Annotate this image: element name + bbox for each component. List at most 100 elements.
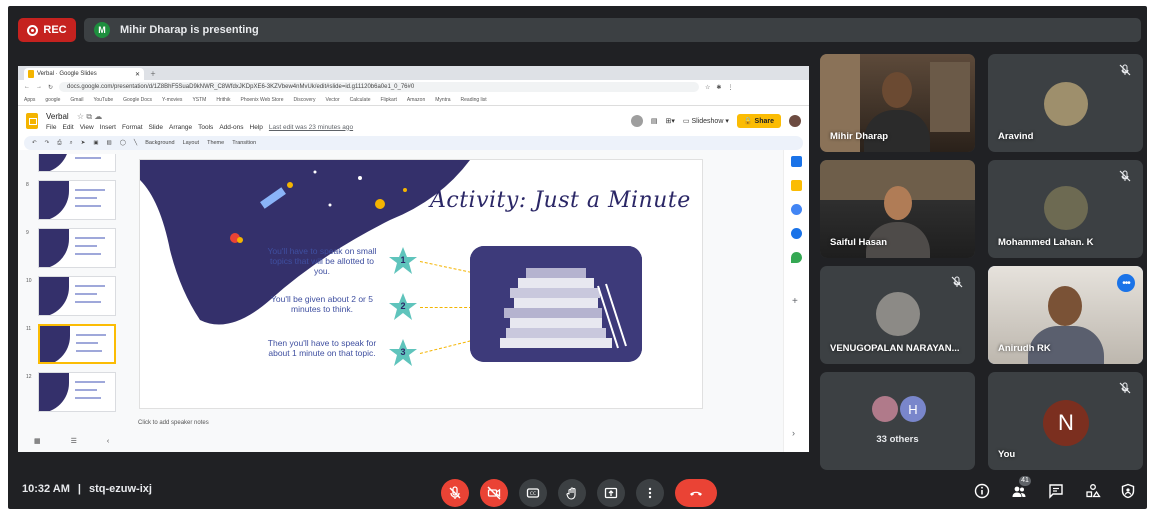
more-options-button[interactable] xyxy=(636,479,664,507)
menu-item-tools[interactable]: Tools xyxy=(198,124,213,131)
slide-thumbnail[interactable] xyxy=(38,372,116,412)
image-icon[interactable]: ▨ xyxy=(107,140,112,146)
bookmark-item[interactable]: Flipkart xyxy=(381,97,397,103)
menu-item-arrange[interactable]: Arrange xyxy=(169,124,192,131)
toolbar-theme[interactable]: Theme xyxy=(207,140,224,146)
participant-tile[interactable]: Saiful Hasan xyxy=(820,160,975,258)
back-icon[interactable]: ← xyxy=(24,84,30,90)
participant-tile[interactable]: Mohammed Lahan. K xyxy=(988,160,1143,258)
bookmark-item[interactable]: Vector xyxy=(325,97,339,103)
list-view-icon[interactable]: ☰ xyxy=(71,437,77,445)
comments-icon[interactable]: ▤ xyxy=(651,117,658,125)
slide-thumbnail[interactable] xyxy=(38,228,116,268)
last-edit-link[interactable]: Last edit was 23 minutes ago xyxy=(269,124,353,131)
raise-hand-button[interactable] xyxy=(558,479,586,507)
meeting-info-button[interactable] xyxy=(974,483,990,499)
document-title[interactable]: Verbal ☆ ⧉ ☁ xyxy=(46,112,353,122)
bookmark-item[interactable]: Gmail xyxy=(70,97,83,103)
participant-tile-selected[interactable]: ••• Anirudh RK xyxy=(988,266,1143,364)
bookmark-item[interactable]: YouTube xyxy=(93,97,113,103)
textbox-icon[interactable]: ▣ xyxy=(93,140,98,146)
bookmark-item[interactable]: Google Docs xyxy=(123,97,152,103)
end-call-button[interactable] xyxy=(675,479,717,507)
slide-thumbnail[interactable] xyxy=(38,154,116,172)
select-icon[interactable]: ➤ xyxy=(81,140,86,146)
recording-badge[interactable]: REC xyxy=(18,18,76,42)
toolbar-background[interactable]: Background xyxy=(145,140,174,146)
new-tab-icon[interactable]: ＋ xyxy=(150,69,156,78)
menu-item-insert[interactable]: Insert xyxy=(100,124,116,131)
participant-tile-self[interactable]: N You xyxy=(988,372,1143,470)
print-icon[interactable]: ⎙ xyxy=(57,140,61,147)
zoom-icon[interactable]: ⌕ xyxy=(70,140,73,147)
slideshow-button[interactable]: ▭ Slideshow ▾ xyxy=(683,117,729,125)
bookmark-star-icon[interactable]: ☆ xyxy=(705,84,710,91)
participant-tile[interactable]: Aravind xyxy=(988,54,1143,152)
bookmark-item[interactable]: Reading list xyxy=(461,97,487,103)
reload-icon[interactable]: ↻ xyxy=(48,84,53,91)
current-slide[interactable]: Activity: Just a Minute You'll have to s… xyxy=(140,160,702,408)
participant-tile[interactable]: Mihir Dharap xyxy=(820,54,975,152)
grid-view-icon[interactable]: ▦ xyxy=(34,437,41,445)
present-icon[interactable]: ⊞▾ xyxy=(666,117,675,125)
shared-screen[interactable]: Verbal · Google Slides ✕ ＋ ← → ↻ docs.go… xyxy=(18,66,809,452)
calendar-icon[interactable] xyxy=(791,156,802,167)
url-field[interactable]: docs.google.com/presentation/d/1Z8BhF5Su… xyxy=(59,82,700,92)
people-button[interactable]: 41 xyxy=(1011,476,1031,499)
line-icon[interactable]: ╲ xyxy=(134,140,137,146)
slide-thumbnail[interactable] xyxy=(38,180,116,220)
add-on-icon[interactable]: + xyxy=(792,296,798,307)
share-button[interactable]: 🔒 Share xyxy=(736,114,781,128)
extensions-icon[interactable]: ✱ xyxy=(716,84,721,91)
redo-icon[interactable]: ↷ xyxy=(45,140,50,146)
bookmark-item[interactable]: Myntra xyxy=(435,97,450,103)
browser-tab[interactable]: Verbal · Google Slides ✕ xyxy=(24,68,144,80)
camera-toggle-button[interactable] xyxy=(480,479,508,507)
mic-toggle-button[interactable] xyxy=(441,479,469,507)
chat-button[interactable] xyxy=(1048,483,1064,499)
toolbar-transition[interactable]: Transition xyxy=(232,140,256,146)
menu-item-format[interactable]: Format xyxy=(122,124,143,131)
slides-logo-icon[interactable] xyxy=(26,113,38,129)
forward-icon[interactable]: → xyxy=(36,84,42,90)
bookmark-item[interactable]: Discovery xyxy=(294,97,316,103)
account-avatar[interactable] xyxy=(789,115,801,127)
toolbar-layout[interactable]: Layout xyxy=(183,140,200,146)
activities-button[interactable] xyxy=(1085,483,1101,499)
tasks-icon[interactable] xyxy=(791,204,802,215)
slide-thumbnail[interactable] xyxy=(38,276,116,316)
bookmark-item[interactable]: google xyxy=(45,97,60,103)
keep-icon[interactable] xyxy=(791,180,802,191)
captions-button[interactable]: CC xyxy=(519,479,547,507)
close-tab-icon[interactable]: ✕ xyxy=(135,71,140,78)
bookmark-item[interactable]: Calculate xyxy=(350,97,371,103)
speaker-notes[interactable]: Click to add speaker notes xyxy=(138,420,758,426)
participant-tile[interactable]: VENUGOPALAN NARAYAN... xyxy=(820,266,975,364)
participant-tile[interactable]: H 33 others xyxy=(820,372,975,470)
bookmark-item[interactable]: YSTM xyxy=(192,97,206,103)
collapse-icon[interactable]: ‹ xyxy=(107,438,109,445)
menu-item-edit[interactable]: Edit xyxy=(62,124,73,131)
undo-icon[interactable]: ↶ xyxy=(32,140,37,146)
menu-item-add-ons[interactable]: Add-ons xyxy=(219,124,243,131)
shape-icon[interactable]: ◯ xyxy=(120,140,126,146)
bookmark-item[interactable]: Apps xyxy=(24,97,35,103)
contacts-icon[interactable] xyxy=(791,228,802,239)
menu-item-slide[interactable]: Slide xyxy=(149,124,163,131)
menu-item-help[interactable]: Help xyxy=(250,124,263,131)
star-doc-icon[interactable]: ☆ ⧉ ☁ xyxy=(77,112,102,121)
bookmark-item[interactable]: Hrithik xyxy=(216,97,230,103)
bookmark-item[interactable]: Y-movies xyxy=(162,97,182,103)
menu-item-file[interactable]: File xyxy=(46,124,56,131)
browser-menu-icon[interactable]: ⋮ xyxy=(727,84,733,91)
bookmark-item[interactable]: Phoenix Web Store xyxy=(241,97,284,103)
slide-thumbnail[interactable] xyxy=(38,324,116,364)
more-options-icon[interactable]: ••• xyxy=(1117,274,1135,292)
maps-icon[interactable] xyxy=(791,252,802,263)
bookmark-item[interactable]: Amazon xyxy=(407,97,425,103)
host-controls-button[interactable] xyxy=(1120,483,1136,499)
expand-panel-icon[interactable]: › xyxy=(792,428,795,438)
menu-item-view[interactable]: View xyxy=(80,124,94,131)
present-now-button[interactable] xyxy=(597,479,625,507)
slide-filmstrip[interactable]: 789101112 xyxy=(24,154,132,416)
